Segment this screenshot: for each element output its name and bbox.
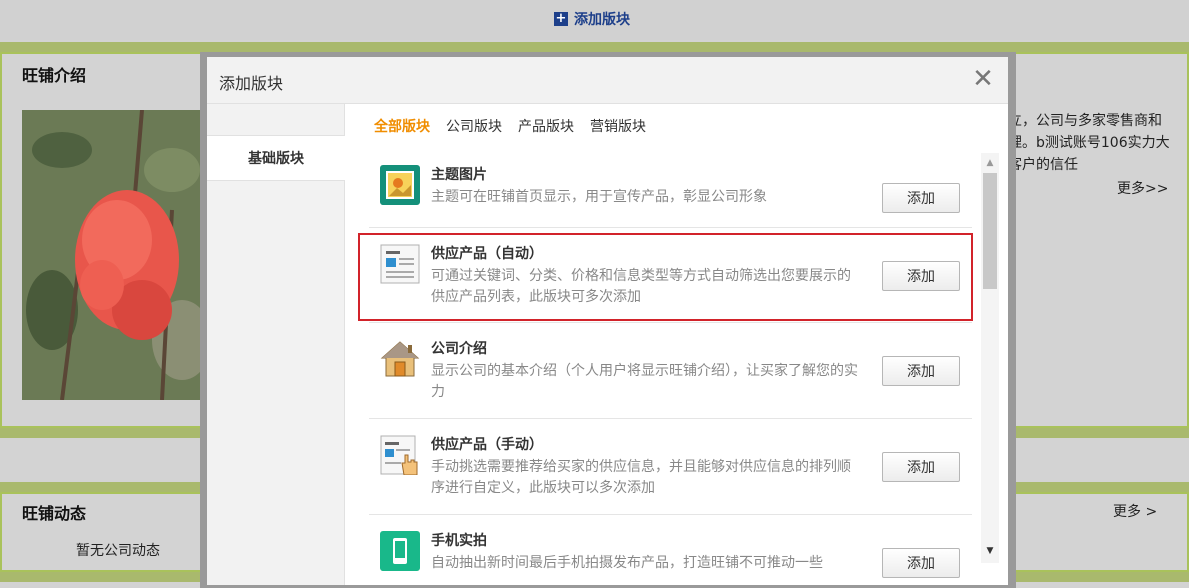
shop-news-empty: 暂无公司动态 [76,543,160,559]
list-item: 主题图片 主题可在旺铺首页显示，用于宣传产品，彰显公司形象 添加 [369,149,972,228]
add-block-dialog: 添加版块 ✕ 基础版块 全部版块 公司版块 产品版块 营销版块 主题图片 主题可… [207,57,1008,585]
item-desc: 主题可在旺铺首页显示，用于宣传产品，彰显公司形象 [431,189,767,205]
add-block-link[interactable]: + 添加版块 [554,9,630,29]
highlight-box [358,233,973,321]
hand-document-icon [380,435,420,476]
block-list: 主题图片 主题可在旺铺首页显示，用于宣传产品，彰显公司形象 添加 供应产品（自动… [369,149,973,585]
dialog-sidebar: 基础版块 [207,104,345,585]
item-desc: 手动挑选需要推荐给买家的供应信息，并且能够对供应信息的排列顺序进行自定义，此版块… [431,459,851,496]
shop-news-title: 旺铺动态 [22,504,87,523]
item-desc: 显示公司的基本介绍（个人用户将显示旺铺介绍），让买家了解您的实力 [431,363,858,400]
list-item: 公司介绍 显示公司的基本介绍（个人用户将显示旺铺介绍），让买家了解您的实力 添加 [369,323,972,419]
item-desc: 自动抽出新时间最后手机拍摄发布产品，打造旺铺不可推动一些 [431,555,823,571]
dialog-header: 添加版块 ✕ [207,57,1008,104]
add-button[interactable]: 添加 [882,452,960,482]
dialog-title: 添加版块 [219,74,284,93]
add-button[interactable]: 添加 [882,183,960,213]
category-tabs: 全部版块 公司版块 产品版块 营销版块 [374,116,646,136]
tab-product[interactable]: 产品版块 [518,116,574,136]
divider-band [0,42,1189,52]
list-item: 手机实拍 自动抽出新时间最后手机拍摄发布产品，打造旺铺不可推动一些 添加 [369,515,972,585]
tab-all[interactable]: 全部版块 [374,116,430,136]
scroll-up-arrow-icon[interactable]: ▲ [981,157,999,169]
item-name: 手机实拍 [431,533,487,549]
shop-intro-more-link[interactable]: 更多>> [1117,178,1168,198]
close-icon[interactable]: ✕ [971,65,995,93]
rose-photo [22,110,208,400]
add-button[interactable]: 添加 [882,548,960,578]
tab-marketing[interactable]: 营销版块 [590,116,646,136]
shop-intro-title: 旺铺介绍 [22,66,87,85]
add-block-label: 添加版块 [574,12,630,28]
tab-company[interactable]: 公司版块 [446,116,502,136]
item-name: 公司介绍 [431,341,487,357]
scroll-down-arrow-icon[interactable]: ▼ [981,545,999,557]
phone-icon [380,531,420,571]
shop-news-more-link[interactable]: 更多 > [1113,501,1157,521]
item-name: 主题图片 [431,167,487,183]
list-scrollbar[interactable]: ▲ ▼ [981,153,999,563]
plus-icon: + [554,11,568,26]
scroll-thumb[interactable] [983,173,997,289]
sidebar-tab-basic[interactable]: 基础版块 [207,135,345,181]
add-button[interactable]: 添加 [882,356,960,386]
shop-intro-text: 立，公司与多家零售商和理。b测试账号106实力大客户的信任 [1008,113,1170,173]
house-icon [380,339,420,379]
list-item: 供应产品（手动） 手动挑选需要推荐给买家的供应信息，并且能够对供应信息的排列顺序… [369,419,972,515]
theme-image-icon [380,165,420,205]
item-name: 供应产品（手动） [431,437,543,453]
